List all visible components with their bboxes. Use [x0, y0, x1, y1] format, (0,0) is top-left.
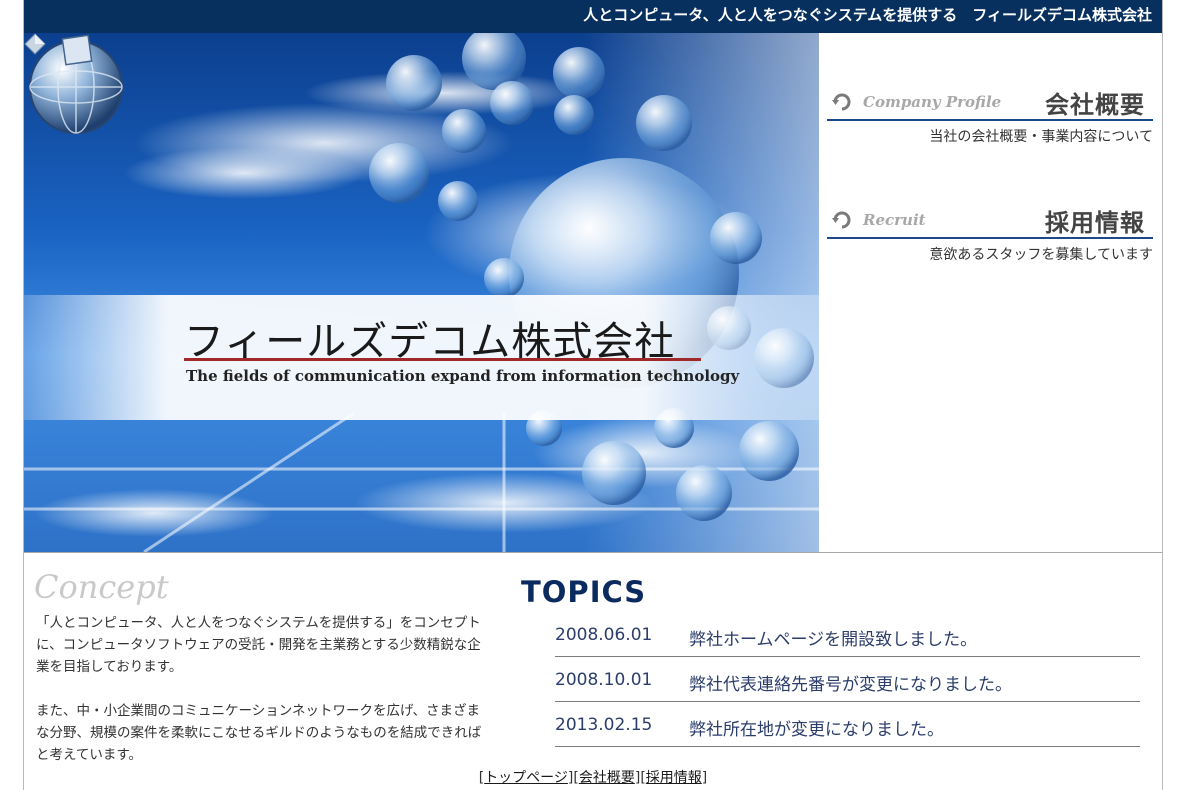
footer-links: [トップページ][会社概要][採用情報]: [478, 770, 708, 786]
footer-link-recruit[interactable]: 採用情報: [646, 770, 702, 786]
topic-date: 2013.02.15: [555, 715, 653, 735]
circular-arrow-icon: [832, 93, 851, 111]
topics-list: 2008.06.01 弊社ホームページを開設致しました。 2008.10.01 …: [555, 612, 1140, 747]
topic-item: 2008.06.01 弊社ホームページを開設致しました。: [555, 612, 1140, 657]
globe-logo-icon: [29, 34, 123, 134]
footer-link-top[interactable]: トップページ: [484, 770, 568, 786]
hero-background-art: [24, 33, 819, 552]
nav-company-profile-desc: 当社の会社概要・事業内容について: [929, 129, 1153, 145]
concept-paragraph: また、中・小企業間のコミュニケーションネットワークを広げ、さまざまな分野、規模の…: [36, 703, 482, 763]
topic-text: 弊社所在地が変更になりました。: [689, 720, 944, 740]
company-name-en: The fields of communication expand from …: [186, 367, 740, 385]
nav-company-profile-jp: 会社概要: [1045, 91, 1145, 119]
nav-recruit[interactable]: Recruit 採用情報 意欲あるスタッフを募集しています: [827, 201, 1153, 264]
topic-item: 2013.02.15 弊社所在地が変更になりました。: [555, 702, 1140, 747]
company-name-rule: [184, 358, 701, 361]
nav-company-profile-header[interactable]: Company Profile 会社概要: [827, 83, 1153, 121]
topic-text: 弊社ホームページを開設致しました。: [689, 630, 978, 650]
nav-company-profile[interactable]: Company Profile 会社概要 当社の会社概要・事業内容について: [827, 83, 1153, 146]
hero-banner: フィールズデコム株式会社 The fields of communication…: [24, 33, 819, 552]
topic-date: 2008.06.01: [555, 625, 653, 645]
page: 人とコンピュータ、人と人をつなぐシステムを提供する フィールズデコム株式会社 フ…: [23, 0, 1163, 790]
nav-company-profile-en: Company Profile: [863, 93, 1002, 111]
topics-title: TOPICS: [521, 575, 647, 609]
nav-recruit-header[interactable]: Recruit 採用情報: [827, 201, 1153, 239]
concept-paragraph: 「人とコンピュータ、人と人をつなぐシステムを提供する」をコンセプトに、コンピュー…: [36, 615, 481, 675]
header-tagline: 人とコンピュータ、人と人をつなぐシステムを提供する フィールズデコム株式会社: [583, 6, 1152, 24]
side-navigation: Company Profile 会社概要 当社の会社概要・事業内容について Re…: [819, 33, 1162, 552]
header-bar: 人とコンピュータ、人と人をつなぐシステムを提供する フィールズデコム株式会社: [24, 0, 1162, 33]
footer-link-company-profile[interactable]: 会社概要: [579, 770, 635, 786]
circular-arrow-icon: [832, 211, 851, 229]
nav-recruit-desc: 意欲あるスタッフを募集しています: [929, 247, 1153, 263]
nav-recruit-jp: 採用情報: [1045, 209, 1145, 237]
section-divider: [24, 552, 1162, 553]
topic-date: 2008.10.01: [555, 670, 653, 690]
concept-title: Concept: [34, 568, 169, 606]
topic-item: 2008.10.01 弊社代表連絡先番号が変更になりました。: [555, 657, 1140, 702]
topic-text: 弊社代表連絡先番号が変更になりました。: [689, 675, 1012, 695]
nav-recruit-en: Recruit: [863, 211, 926, 229]
concept-text: 「人とコンピュータ、人と人をつなぐシステムを提供する」をコンセプトに、コンピュー…: [36, 612, 482, 788]
